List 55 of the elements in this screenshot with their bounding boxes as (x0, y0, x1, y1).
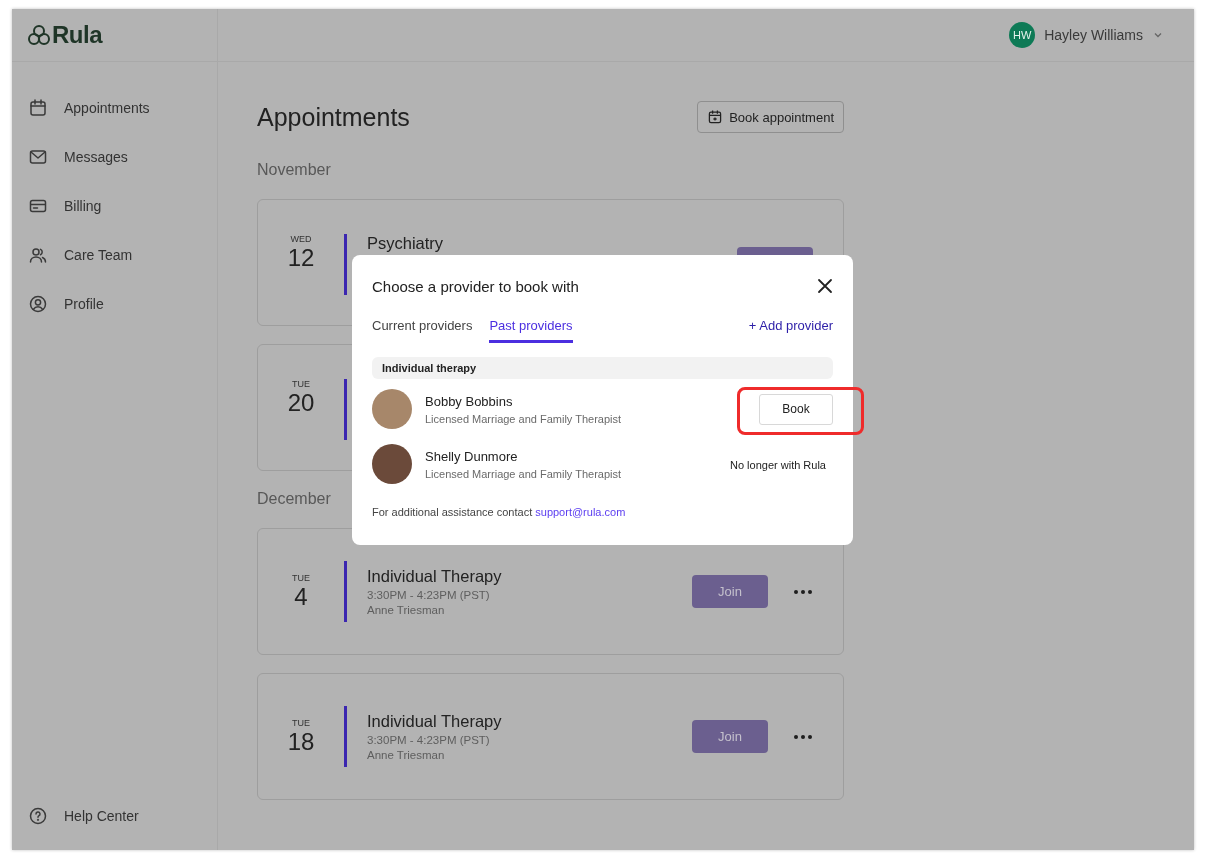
add-provider-link[interactable]: + Add provider (748, 318, 833, 333)
provider-role: Licensed Marriage and Family Therapist (425, 412, 623, 425)
sidebar-item[interactable]: Care Team (28, 243, 217, 267)
help-icon (28, 806, 48, 826)
provider-name: Anne Triesman (367, 604, 446, 616)
provider-status: No longer with Rula (730, 459, 827, 471)
sidebar-item[interactable]: Profile (28, 292, 217, 316)
appointment-time: 3:30PM - 4:23PM (PST) (367, 734, 491, 746)
book-button[interactable]: Book (759, 393, 833, 425)
help-center-link[interactable]: Help Center (28, 804, 217, 828)
page-title: Appointments (257, 102, 410, 132)
appointment-time: 3:30PM - 4:23PM (PST) (367, 589, 491, 601)
profile-icon (28, 294, 48, 314)
provider-tab[interactable]: Past providers (489, 318, 573, 343)
day-number: 20 (287, 389, 315, 417)
mail-icon (28, 147, 48, 167)
appointment-title: Psychiatry (367, 234, 445, 253)
provider-tab[interactable]: Current providers (372, 318, 473, 343)
people-icon (28, 245, 48, 265)
logo-icon (27, 24, 51, 46)
join-button[interactable]: Join (692, 575, 768, 608)
photo-placeholder (372, 389, 412, 429)
dialog-title: Choose a provider to book with (372, 277, 579, 295)
join-button[interactable]: Join (692, 720, 768, 753)
provider-name: Shelly Dunmore (425, 448, 519, 464)
sidebar-item[interactable]: Messages (28, 145, 217, 169)
weekday-label: WED (290, 234, 312, 244)
day-number: 4 (294, 582, 308, 611)
user-avatar: HW (1009, 22, 1036, 48)
month-heading: November (257, 161, 332, 179)
calendar-icon (28, 98, 48, 118)
logo-text: Rula (52, 21, 102, 49)
book-appointment-button[interactable]: Book appointment (697, 101, 844, 133)
close-icon[interactable] (817, 278, 833, 294)
appointment-title: Individual Therapy (367, 567, 503, 586)
day-number: 18 (287, 727, 315, 756)
calendar-plus-icon (707, 109, 724, 125)
section-header: Individual therapy (372, 357, 833, 379)
provider-name: Bobby Bobbins (425, 393, 514, 409)
more-options-icon[interactable] (793, 588, 813, 595)
support-email-link[interactable]: support@rula.com (535, 506, 626, 518)
month-heading: December (257, 490, 332, 508)
sidebar-item[interactable]: Appointments (28, 96, 217, 120)
appointment-title: Individual Therapy (367, 712, 503, 731)
user-menu[interactable]: HW Hayley Williams (1009, 22, 1164, 48)
sidebar-item[interactable]: Billing (28, 194, 217, 218)
weekday-label: TUE (292, 379, 310, 389)
provider-role: Licensed Marriage and Family Therapist (425, 467, 623, 480)
assistance-text: For additional assistance contact support@rula.com (372, 506, 627, 518)
day-number: 12 (287, 244, 315, 272)
more-options-icon[interactable] (793, 733, 813, 740)
photo-placeholder (372, 444, 412, 484)
weekday-label: TUE (292, 572, 310, 583)
provider-name: Anne Triesman (367, 749, 446, 761)
weekday-label: TUE (292, 717, 310, 728)
